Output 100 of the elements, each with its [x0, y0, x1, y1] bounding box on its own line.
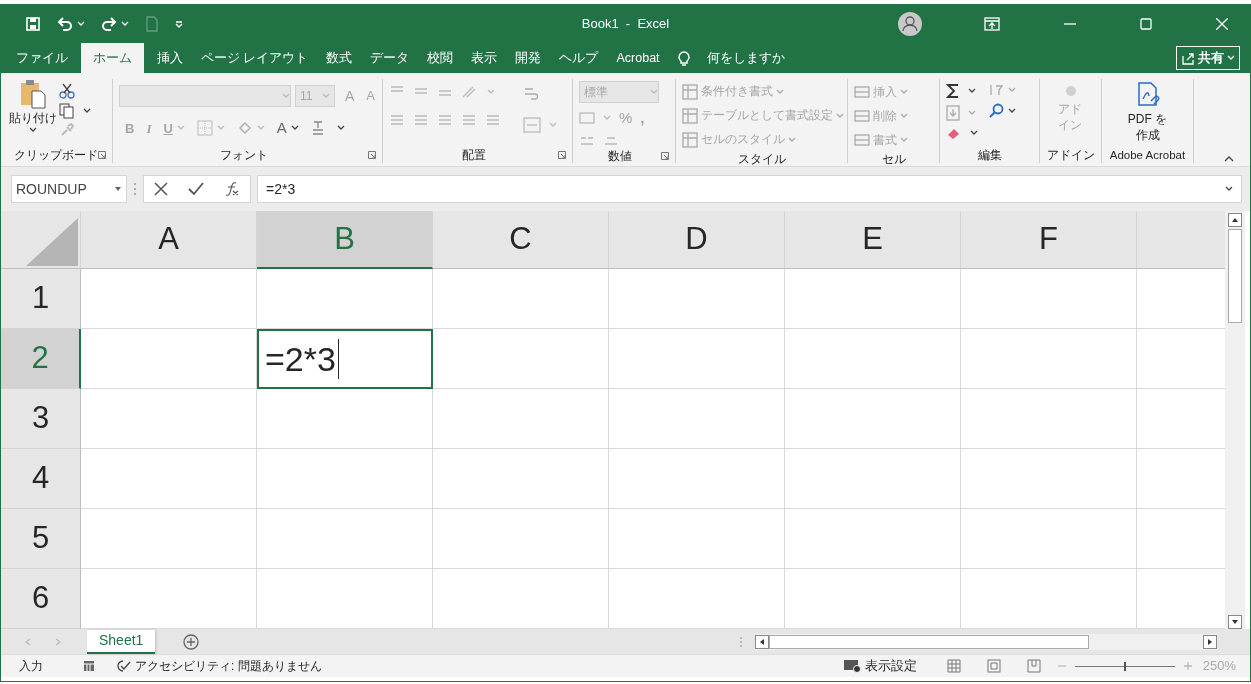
display-settings-button[interactable]: 表示設定	[864, 656, 917, 676]
caret-icon[interactable]	[336, 125, 345, 132]
decrease-indent-icon[interactable]	[461, 113, 477, 127]
undo-icon[interactable]	[57, 17, 73, 31]
menu-tab[interactable]: ヘルプ	[550, 43, 608, 73]
scroll-right-icon[interactable]	[1203, 634, 1218, 649]
scroll-down-icon[interactable]	[1228, 615, 1242, 629]
sum-icon[interactable]	[946, 83, 960, 99]
format-cells-icon[interactable]	[854, 132, 870, 148]
maximize-icon[interactable]	[1140, 18, 1152, 30]
menu-tab[interactable]: ファイル	[7, 43, 77, 73]
enter-icon[interactable]	[188, 182, 204, 196]
row-header[interactable]: 2	[1, 329, 81, 389]
dialog-launcher-icon[interactable]	[98, 151, 106, 159]
dialog-launcher-icon[interactable]	[661, 151, 669, 160]
redo-icon[interactable]	[101, 17, 117, 31]
search-field[interactable]: 何をしますか	[706, 48, 785, 68]
search-icon[interactable]	[988, 103, 1004, 119]
scroll-left-icon[interactable]	[755, 634, 770, 649]
scrollbar-thumb[interactable]	[769, 634, 1090, 649]
caret-icon[interactable]	[29, 127, 37, 133]
close-icon[interactable]	[1216, 18, 1228, 30]
zoom-slider[interactable]	[1074, 661, 1175, 671]
merge-center-icon[interactable]	[523, 117, 541, 133]
active-cell[interactable]: =2*3	[257, 329, 433, 389]
delete-cells-icon[interactable]	[854, 108, 870, 124]
zoom-in-icon[interactable]	[1182, 661, 1193, 671]
previous-sheet-icon[interactable]	[25, 637, 31, 646]
ribbon-display-icon[interactable]	[984, 17, 1000, 31]
insert-cells-icon[interactable]	[854, 84, 870, 100]
menu-tab[interactable]: 校閲	[418, 43, 463, 73]
function-icon[interactable]	[224, 181, 240, 197]
menu-tab[interactable]: 表示	[462, 43, 507, 73]
caret-icon[interactable]	[968, 88, 976, 94]
row-header[interactable]: 1	[1, 269, 81, 329]
cell-styles-icon[interactable]	[682, 132, 698, 148]
align-right-icon[interactable]	[437, 113, 453, 127]
column-header[interactable]: B	[257, 211, 433, 269]
menu-tab[interactable]: 開発	[506, 43, 551, 73]
page-layout-icon[interactable]	[986, 659, 1001, 673]
customize-icon[interactable]	[175, 20, 183, 28]
column-header[interactable]: F	[961, 211, 1137, 269]
scrollbar-thumb[interactable]	[1228, 229, 1242, 323]
column-header[interactable]: E	[785, 211, 961, 269]
menu-tab[interactable]: 数式	[317, 43, 362, 73]
cancel-icon[interactable]	[154, 182, 168, 196]
menu-tab[interactable]: Acrobat	[607, 43, 669, 73]
horizontal-scrollbar[interactable]	[755, 633, 1218, 650]
slider-thumb[interactable]	[1123, 661, 1126, 671]
dialog-launcher-icon[interactable]	[368, 151, 376, 159]
accessibility-status[interactable]: アクセシビリティ: 問題ありません	[135, 657, 322, 675]
formula-field[interactable]: =2*3	[257, 175, 1242, 203]
increase-indent-icon[interactable]	[485, 113, 501, 127]
select-all-icon[interactable]	[26, 218, 78, 266]
row-header[interactable]: 3	[1, 389, 81, 449]
lightbulb-icon[interactable]	[676, 49, 691, 67]
save-icon[interactable]	[25, 16, 41, 32]
fill-icon[interactable]	[946, 105, 960, 121]
phonetic-icon[interactable]	[310, 120, 325, 137]
format-table-icon[interactable]	[682, 108, 698, 124]
vertical-scrollbar[interactable]	[1225, 211, 1245, 629]
paste-button[interactable]: 貼り付け	[9, 109, 57, 127]
eraser-icon[interactable]	[946, 127, 962, 139]
menu-tab[interactable]: ページ レイアウト	[192, 43, 318, 73]
column-header[interactable]: C	[433, 211, 609, 269]
caret-icon[interactable]	[83, 108, 91, 114]
column-header[interactable]: D	[609, 211, 785, 269]
add-sheet-icon[interactable]	[183, 634, 200, 651]
create-pdf-button[interactable]: PDF を作成	[1125, 111, 1170, 143]
center-icon[interactable]	[413, 113, 429, 127]
menu-tab[interactable]: ホーム	[81, 43, 144, 73]
font-color-button[interactable]: A	[276, 117, 299, 140]
caret-icon[interactable]	[1225, 186, 1233, 192]
name-box[interactable]: ROUNDUP	[11, 175, 127, 203]
cut-icon[interactable]	[59, 83, 75, 99]
borders-icon[interactable]	[196, 120, 213, 137]
wrap-text-icon[interactable]	[523, 85, 539, 103]
font-name-field[interactable]	[119, 85, 291, 107]
menu-tab[interactable]: データ	[361, 43, 419, 73]
caret-icon[interactable]	[1008, 108, 1016, 114]
avatar-icon[interactable]	[898, 12, 922, 36]
page-break-icon[interactable]	[1026, 659, 1041, 673]
caret-icon[interactable]	[290, 125, 299, 132]
collapse-ribbon-icon[interactable]	[1224, 156, 1234, 162]
column-header[interactable]: A	[81, 211, 257, 269]
scroll-up-icon[interactable]	[1228, 213, 1242, 227]
copy-icon[interactable]	[59, 103, 75, 119]
row-header[interactable]: 5	[1, 509, 81, 569]
caret-icon[interactable]	[970, 130, 978, 136]
align-left-icon[interactable]	[389, 113, 405, 127]
row-header[interactable]: 6	[1, 569, 81, 629]
share-button[interactable]: 共有	[1176, 46, 1240, 70]
paste-icon[interactable]	[19, 79, 47, 109]
sheet-tab[interactable]: Sheet1	[87, 629, 156, 654]
row-header[interactable]: 4	[1, 449, 81, 509]
dialog-launcher-icon[interactable]	[558, 151, 566, 159]
conditional-format-icon[interactable]	[682, 84, 698, 100]
normal-view-icon[interactable]	[946, 659, 961, 673]
menu-tab[interactable]: 挿入	[148, 43, 192, 73]
next-sheet-icon[interactable]	[55, 637, 61, 646]
